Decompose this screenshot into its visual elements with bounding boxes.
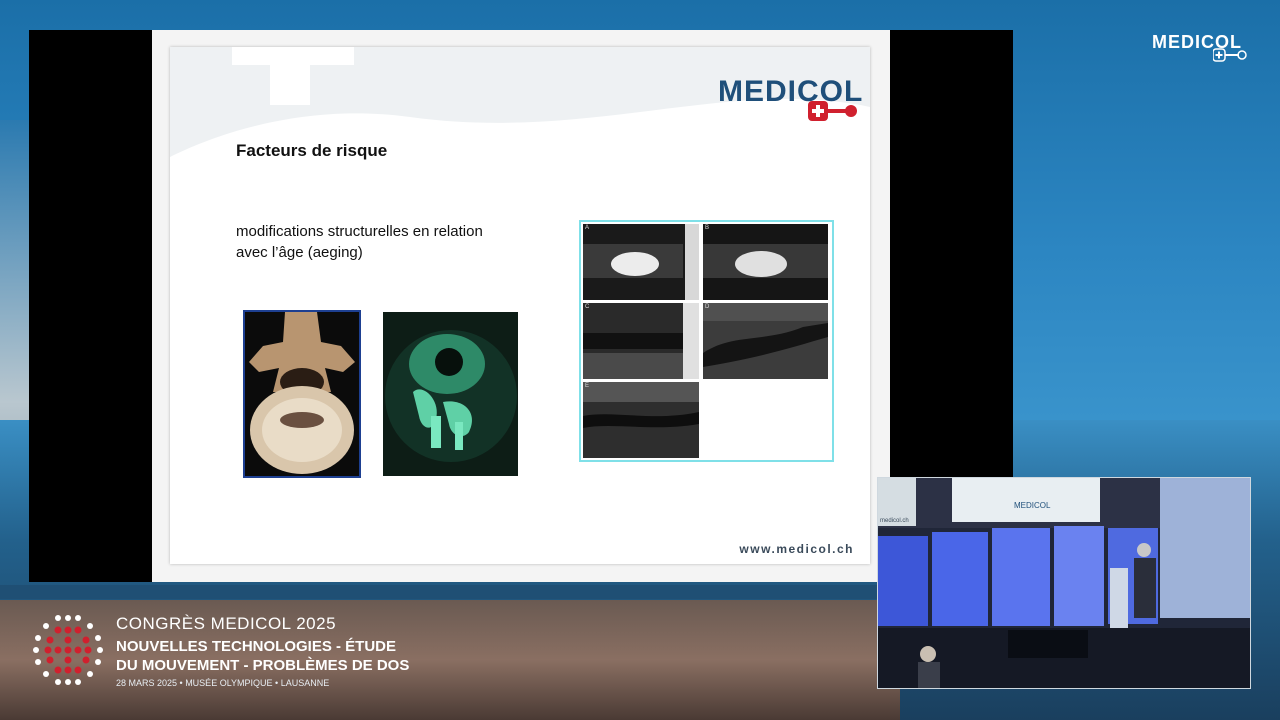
venue-railing	[0, 585, 900, 599]
speaker-camera-inset: MEDICOL medicol.ch	[877, 477, 1251, 689]
mri-panel: D	[703, 303, 828, 379]
congress-date-location: 28 MARS 2025 • MUSÉE OLYMPIQUE • LAUSANN…	[116, 678, 330, 688]
congress-dots-logo	[33, 615, 103, 685]
mri-panel-graphic	[703, 224, 828, 300]
congress-title: CONGRÈS MEDICOL 2025	[116, 614, 337, 633]
mri-panel-graphic	[583, 382, 699, 458]
mri-panel-label: D	[705, 304, 710, 310]
mri-panel: A	[583, 224, 699, 300]
mri-image-grid: A B C D E	[579, 220, 834, 462]
slide-footer-url: www.medicol.ch	[739, 542, 854, 556]
mri-panel-graphic	[703, 303, 828, 379]
slide-body-text: modifications structurelles en relation …	[236, 221, 536, 263]
mri-panel-label: B	[705, 225, 710, 231]
mri-panel-graphic	[583, 224, 699, 300]
vertebra-photo	[243, 310, 361, 478]
mri-panel-label: A	[585, 225, 590, 231]
slide: MEDICOL Facteurs de risque modifications…	[170, 47, 870, 564]
mri-panel-label: E	[585, 383, 590, 389]
ct-scan-graphic	[383, 312, 518, 476]
slide-text-line: avec l’âge (aeging)	[236, 244, 363, 261]
mri-panel: B	[703, 224, 828, 300]
congress-subtitle-line1: NOUVELLES TECHNOLOGIES - ÉTUDE	[116, 638, 397, 655]
mri-panel-graphic	[583, 303, 699, 379]
mri-panel: E	[583, 382, 699, 458]
swiss-cross-icon	[1213, 48, 1247, 62]
congress-subtitle-line2: DU MOUVEMENT - PROBLÈMES DE DOS	[116, 657, 410, 674]
slide-text-line: modifications structurelles en relation	[236, 223, 483, 240]
mri-panel: C	[583, 303, 699, 379]
swiss-cross-icon	[808, 101, 857, 121]
inset-slide-url: medicol.ch	[880, 518, 909, 524]
ct-scan-image	[383, 312, 518, 476]
inset-slide-logo: MEDICOL	[1014, 501, 1051, 510]
vertebra-image	[245, 312, 359, 476]
camera-feed: MEDICOL medicol.ch	[878, 478, 1250, 688]
slide-title: Facteurs de risque	[236, 141, 388, 160]
mri-panel-label: C	[585, 304, 590, 310]
